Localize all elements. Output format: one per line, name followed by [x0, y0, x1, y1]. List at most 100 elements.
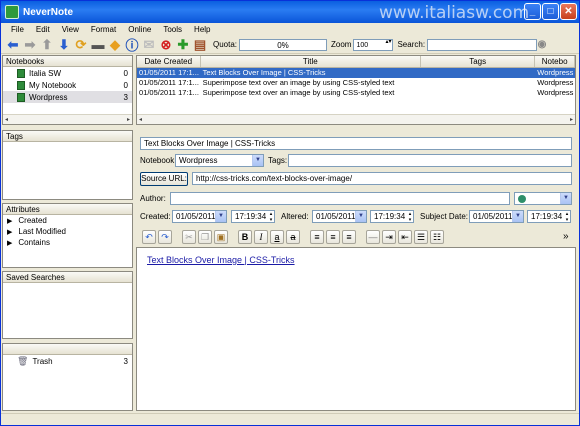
- column-tags[interactable]: Tags: [421, 56, 536, 67]
- notebook-item[interactable]: My Notebook 0: [3, 79, 132, 91]
- chevron-down-icon[interactable]: ▼: [512, 211, 523, 222]
- menu-tools[interactable]: Tools: [157, 25, 188, 34]
- close-button[interactable]: ✕: [560, 3, 577, 20]
- geo-select[interactable]: ▼: [514, 192, 572, 205]
- note-body-link[interactable]: Text Blocks Over Image | CSS-Tricks: [147, 255, 295, 265]
- underline-button[interactable]: a: [270, 230, 284, 244]
- altered-time[interactable]: 17:19:34: [370, 210, 414, 223]
- notebooks-scrollbar[interactable]: ◂ ▸: [3, 114, 132, 124]
- outdent-icon[interactable]: ⇤: [398, 230, 412, 244]
- trash-header: [3, 344, 132, 355]
- search-options-icon[interactable]: ◉: [537, 37, 547, 53]
- menu-format[interactable]: Format: [85, 25, 122, 34]
- notebooks-header[interactable]: Notebooks: [3, 56, 132, 67]
- tags-header[interactable]: Tags: [3, 131, 132, 142]
- up-arrow-icon[interactable]: ⬆: [39, 37, 55, 53]
- menu-help[interactable]: Help: [188, 25, 216, 34]
- expand-icon[interactable]: ▶: [7, 239, 12, 247]
- copy-icon[interactable]: ❐: [198, 230, 212, 244]
- column-notebook[interactable]: Notebo: [535, 56, 575, 67]
- notebook-item-selected[interactable]: Wordpress 3: [3, 91, 132, 103]
- menu-bar: File Edit View Format Online Tools Help: [1, 23, 579, 36]
- numbered-list-icon[interactable]: ☷: [430, 230, 444, 244]
- chevron-down-icon[interactable]: ▼: [355, 211, 366, 222]
- tags-field[interactable]: [288, 154, 572, 167]
- chevron-down-icon[interactable]: ▼: [252, 155, 263, 166]
- subject-date[interactable]: 01/05/2011 ▼: [469, 210, 524, 223]
- maximize-button[interactable]: □: [542, 3, 559, 20]
- scroll-right-icon[interactable]: ▸: [127, 116, 130, 123]
- globe-icon: [518, 195, 526, 203]
- notebook-select-value: Wordpress: [179, 156, 218, 165]
- note-list-header: Date Created Title Tags Notebo: [137, 56, 575, 68]
- note-title-field[interactable]: Text Blocks Over Image | CSS-Tricks: [140, 137, 572, 150]
- delete-icon[interactable]: ⊗: [158, 37, 174, 53]
- attribute-contains[interactable]: ▶ Contains: [3, 237, 132, 248]
- horizontal-rule-icon[interactable]: —: [366, 230, 380, 244]
- scroll-left-icon[interactable]: ◂: [5, 116, 8, 123]
- notebook-select[interactable]: Wordpress ▼: [175, 154, 264, 167]
- author-field[interactable]: [170, 192, 510, 205]
- subject-time[interactable]: 17:19:34: [527, 210, 571, 223]
- attribute-last-modified[interactable]: ▶ Last Modified: [3, 226, 132, 237]
- menu-online[interactable]: Online: [122, 25, 157, 34]
- note-row[interactable]: 01/05/2011 17:1... Superimpose text over…: [137, 78, 575, 88]
- strikethrough-button[interactable]: a: [286, 230, 300, 244]
- notebooks-icon[interactable]: ▤: [192, 37, 208, 53]
- created-time[interactable]: 17:19:34: [231, 210, 275, 223]
- altered-date-value: 01/05/2011: [316, 212, 356, 221]
- note-body[interactable]: Text Blocks Over Image | CSS-Tricks: [136, 247, 576, 411]
- chevron-down-icon[interactable]: ▼: [215, 211, 226, 222]
- undo-icon[interactable]: ↶: [142, 230, 156, 244]
- align-left-icon[interactable]: ≡: [310, 230, 324, 244]
- print-icon[interactable]: ▬: [90, 37, 106, 53]
- trash-item[interactable]: 🗑 Trash 3: [3, 355, 132, 367]
- more-tools-icon[interactable]: »: [563, 230, 569, 243]
- note-row[interactable]: 01/05/2011 17:1... Superimpose text over…: [137, 88, 575, 98]
- column-title[interactable]: Title: [201, 56, 422, 67]
- scroll-right-icon[interactable]: ▸: [570, 116, 573, 123]
- down-arrow-icon[interactable]: ⬇: [56, 37, 72, 53]
- search-input[interactable]: [427, 38, 538, 51]
- notebook-label: Notebook: [140, 156, 175, 165]
- notebooks-panel: Notebooks Italia SW 0 My Notebook 0 Word…: [2, 55, 133, 125]
- source-url-button[interactable]: Source URL:: [140, 172, 188, 186]
- attribute-created[interactable]: ▶ Created: [3, 215, 132, 226]
- expand-icon[interactable]: ▶: [7, 228, 12, 236]
- trash-count: 3: [123, 356, 128, 366]
- align-right-icon[interactable]: ≡: [342, 230, 356, 244]
- source-url-field[interactable]: http://css-tricks.com/text-blocks-over-i…: [192, 172, 572, 185]
- note-date: 01/05/2011 17:1...: [139, 68, 199, 77]
- created-date[interactable]: 01/05/2011 ▼: [172, 210, 227, 223]
- italic-button[interactable]: I: [254, 230, 268, 244]
- paste-icon[interactable]: ▣: [214, 230, 228, 244]
- column-date-created[interactable]: Date Created: [137, 56, 201, 67]
- attribute-label: Created: [18, 216, 47, 225]
- align-center-icon[interactable]: ≡: [326, 230, 340, 244]
- note-row-selected[interactable]: 01/05/2011 17:1... Text Blocks Over Imag…: [137, 68, 575, 78]
- tag-icon[interactable]: ◆: [107, 37, 123, 53]
- notebook-item[interactable]: Italia SW 0: [3, 67, 132, 79]
- mail-icon[interactable]: ✉: [141, 37, 157, 53]
- menu-edit[interactable]: Edit: [30, 25, 56, 34]
- redo-icon[interactable]: ↷: [158, 230, 172, 244]
- forward-arrow-icon[interactable]: ➡: [22, 37, 38, 53]
- altered-date[interactable]: 01/05/2011 ▼: [312, 210, 367, 223]
- menu-file[interactable]: File: [5, 25, 30, 34]
- sync-icon[interactable]: ⟳: [73, 37, 89, 53]
- chevron-down-icon[interactable]: ▼: [560, 193, 571, 204]
- zoom-spinner[interactable]: 100: [353, 38, 394, 51]
- attributes-header[interactable]: Attributes: [3, 204, 132, 215]
- add-note-icon[interactable]: ✚: [175, 37, 191, 53]
- note-list-scrollbar[interactable]: ◂ ▸: [137, 114, 575, 124]
- expand-icon[interactable]: ▶: [7, 217, 12, 225]
- cut-icon[interactable]: ✂: [182, 230, 196, 244]
- scroll-left-icon[interactable]: ◂: [139, 116, 142, 123]
- saved-searches-header[interactable]: Saved Searches: [3, 272, 132, 283]
- bullet-list-icon[interactable]: ☰: [414, 230, 428, 244]
- bold-button[interactable]: B: [238, 230, 252, 244]
- back-arrow-icon[interactable]: ⬅: [5, 37, 21, 53]
- info-icon[interactable]: ⓘ: [124, 37, 140, 53]
- indent-icon[interactable]: ⇥: [382, 230, 396, 244]
- menu-view[interactable]: View: [56, 25, 85, 34]
